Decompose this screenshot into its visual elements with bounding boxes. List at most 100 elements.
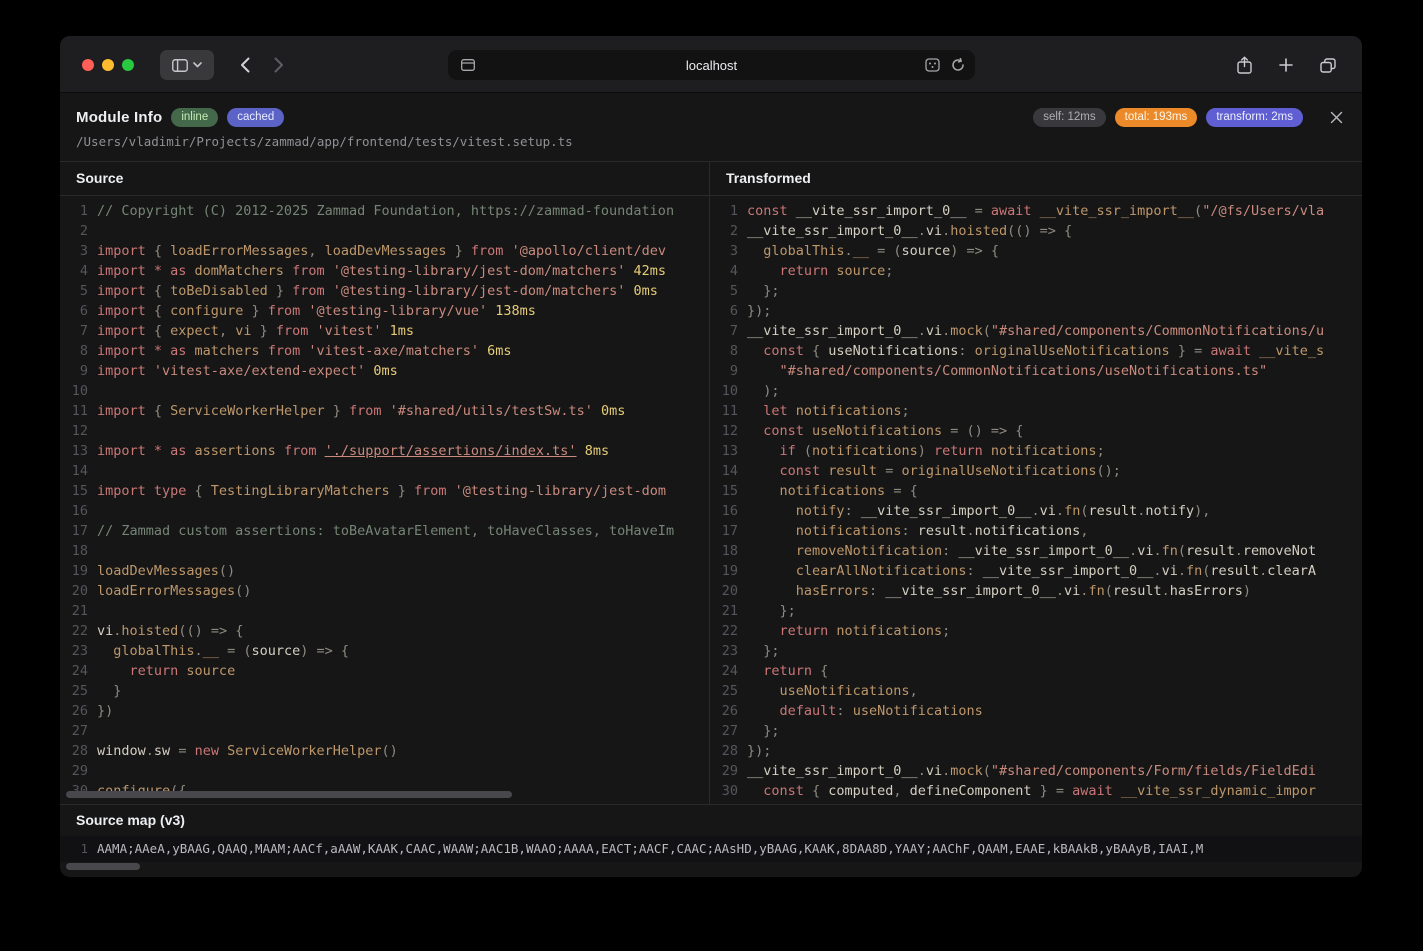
plus-icon: [1279, 58, 1293, 72]
code-line: 5import { toBeDisabled } from '@testing-…: [60, 281, 709, 301]
code-line: 1const __vite_ssr_import_0__ = await __v…: [710, 201, 1362, 221]
code-line: 13 if (notifications) return notificatio…: [710, 441, 1362, 461]
code-line: 4import * as domMatchers from '@testing-…: [60, 261, 709, 281]
back-button[interactable]: [232, 52, 258, 78]
tab-overview-button[interactable]: [1314, 50, 1342, 80]
minimize-window-button[interactable]: [102, 59, 114, 71]
code-line: 8 const { useNotifications: originalUseN…: [710, 341, 1362, 361]
line-number: 29: [710, 761, 738, 781]
sidebar-icon: [172, 59, 188, 72]
code-line: 27 };: [710, 721, 1362, 741]
new-tab-button[interactable]: [1272, 50, 1300, 80]
line-number: 17: [60, 521, 88, 541]
line-number: 16: [60, 501, 88, 521]
code-line: 5 };: [710, 281, 1362, 301]
code-line: 13import * as assertions from './support…: [60, 441, 709, 461]
code-line: 24 return {: [710, 661, 1362, 681]
traffic-lights: [82, 59, 134, 71]
code-line: 27: [60, 721, 709, 741]
badge-inline: inline: [171, 108, 218, 127]
code-line: 11import { ServiceWorkerHelper } from '#…: [60, 401, 709, 421]
code-line: 12 const useNotifications = () => {: [710, 421, 1362, 441]
line-number: 4: [60, 261, 88, 281]
badge-cached: cached: [227, 108, 284, 127]
reload-icon[interactable]: [951, 58, 965, 72]
transformed-code: 1const __vite_ssr_import_0__ = await __v…: [710, 196, 1362, 798]
code-line: 19 clearAllNotifications: __vite_ssr_imp…: [710, 561, 1362, 581]
code-line: 28window.sw = new ServiceWorkerHelper(): [60, 741, 709, 761]
line-number: 20: [710, 581, 738, 601]
line-number: 26: [60, 701, 88, 721]
code-line: 29__vite_ssr_import_0__.vi.mock("#shared…: [710, 761, 1362, 781]
code-line: 18: [60, 541, 709, 561]
code-line: 3import { loadErrorMessages, loadDevMess…: [60, 241, 709, 261]
sourcemap-horizontal-scrollbar[interactable]: [66, 863, 140, 870]
code-line: 16: [60, 501, 709, 521]
line-number: 20: [60, 581, 88, 601]
line-number: 9: [710, 361, 738, 381]
code-line: 15 notifications = {: [710, 481, 1362, 501]
panel-title-source: Source: [60, 162, 709, 196]
chevron-down-icon: [193, 62, 202, 68]
line-number: 28: [60, 741, 88, 761]
code-line: 9import 'vitest-axe/extend-expect' 0ms: [60, 361, 709, 381]
line-number: 3: [710, 241, 738, 261]
sidebar-toggle-button[interactable]: [160, 50, 214, 80]
share-button[interactable]: [1230, 50, 1258, 80]
line-number: 14: [60, 461, 88, 481]
line-number: 11: [710, 401, 738, 421]
line-number: 19: [60, 561, 88, 581]
code-line: 20 hasErrors: __vite_ssr_import_0__.vi.f…: [710, 581, 1362, 601]
line-number: 3: [60, 241, 88, 261]
code-line: 4 return source;: [710, 261, 1362, 281]
code-line: 15import type { TestingLibraryMatchers }…: [60, 481, 709, 501]
line-number: 25: [710, 681, 738, 701]
line-number: 16: [710, 501, 738, 521]
line-number: 2: [710, 221, 738, 241]
zoom-window-button[interactable]: [122, 59, 134, 71]
line-number: 10: [710, 381, 738, 401]
line-number: 12: [710, 421, 738, 441]
line-number: 23: [60, 641, 88, 661]
line-number: 9: [60, 361, 88, 381]
close-window-button[interactable]: [82, 59, 94, 71]
line-number: 5: [710, 281, 738, 301]
code-line: 16 notify: __vite_ssr_import_0__.vi.fn(r…: [710, 501, 1362, 521]
code-line: 21 };: [710, 601, 1362, 621]
code-line: 20loadErrorMessages(): [60, 581, 709, 601]
line-number: 23: [710, 641, 738, 661]
code-line: 17 notifications: result.notifications,: [710, 521, 1362, 541]
code-line: 19loadDevMessages(): [60, 561, 709, 581]
panel-title-transformed: Transformed: [710, 162, 1362, 196]
line-number: 5: [60, 281, 88, 301]
chevron-left-icon: [240, 57, 250, 73]
line-number: 15: [710, 481, 738, 501]
line-number: 26: [710, 701, 738, 721]
code-line: 17// Zammad custom assertions: toBeAvata…: [60, 521, 709, 541]
line-number: 25: [60, 681, 88, 701]
code-line: 3 globalThis.__ = (source) => {: [710, 241, 1362, 261]
line-number: 6: [60, 301, 88, 321]
close-button[interactable]: [1326, 107, 1346, 127]
transformed-panel: Transformed 1const __vite_ssr_import_0__…: [710, 162, 1362, 804]
page-icon: [461, 59, 475, 71]
code-line: 1// Copyright (C) 2012-2025 Zammad Found…: [60, 201, 709, 221]
line-number: 24: [60, 661, 88, 681]
line-number: 13: [710, 441, 738, 461]
code-line: 24 return source: [60, 661, 709, 681]
line-number: 2: [60, 221, 88, 241]
source-code: 1// Copyright (C) 2012-2025 Zammad Found…: [60, 196, 709, 798]
line-number: 8: [710, 341, 738, 361]
line-number: 11: [60, 401, 88, 421]
forward-button[interactable]: [266, 52, 292, 78]
source-horizontal-scrollbar[interactable]: [66, 791, 512, 798]
browser-toolbar: localhost: [60, 36, 1362, 93]
code-line: 30 const { computed, defineComponent } =…: [710, 781, 1362, 798]
line-number: 21: [60, 601, 88, 621]
line-number: 14: [710, 461, 738, 481]
address-bar[interactable]: localhost: [448, 50, 975, 80]
code-line: 22 return notifications;: [710, 621, 1362, 641]
line-number: 15: [60, 481, 88, 501]
code-panels: Source 1// Copyright (C) 2012-2025 Zamma…: [60, 162, 1362, 804]
website-settings-icon[interactable]: [925, 58, 940, 72]
